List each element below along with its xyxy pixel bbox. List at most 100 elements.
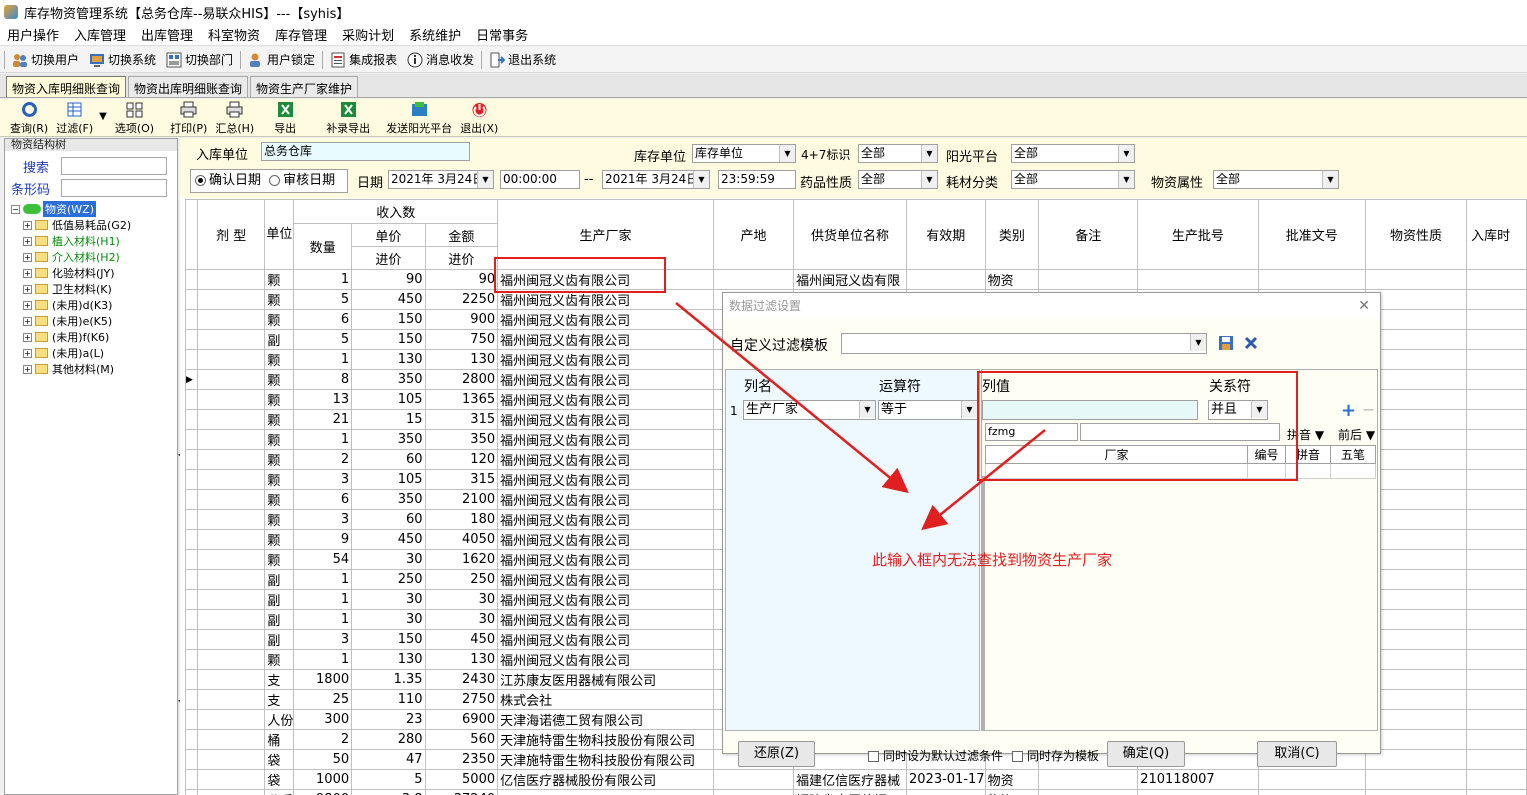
ok-button[interactable]: 确定(Q) [1107,741,1185,767]
expand-icon[interactable]: + [23,348,32,358]
tree-node[interactable]: + 其他材料(M) [11,361,131,377]
barcode-input[interactable] [61,179,167,197]
cancel-button[interactable]: 取消(C) [1257,741,1337,767]
template-select[interactable] [841,333,1207,354]
export-button[interactable]: 导出 [270,100,300,136]
tree-search-input[interactable] [61,157,167,175]
filter-button[interactable]: 过滤(F) [52,100,97,136]
menu-outstock[interactable]: 出库管理 [134,25,201,44]
tree-node[interactable]: − 物资(WZ) [11,201,131,217]
switch-dept-button[interactable]: 切换部门 [161,49,238,71]
menu-instock[interactable]: 入库管理 [67,25,134,44]
order-option[interactable]: 前后 ▼ [1338,426,1375,443]
send-sunlight-button[interactable]: 发送阳光平台 [382,100,456,136]
tag47-select[interactable]: 全部 [858,144,938,163]
tab-instock-detail[interactable]: 物资入库明细账查询 [6,76,127,97]
operator-select[interactable]: 等于 [878,400,978,420]
expand-icon[interactable]: + [23,268,32,278]
maker-list-col-wubi[interactable]: 五笔 [1330,445,1376,464]
collapse-icon[interactable]: − [11,204,20,214]
col-origin[interactable]: 产地 [712,199,795,270]
col-qty[interactable]: 数量 [293,223,353,270]
audit-date-radio[interactable] [269,175,281,186]
report-button[interactable]: 集成报表 [325,49,402,71]
col-name-select[interactable]: 生产厂家 [743,400,876,420]
expand-icon[interactable]: + [23,316,32,326]
tree-node[interactable]: + 植入材料(H1) [11,233,131,249]
expand-icon[interactable]: + [23,364,32,374]
restore-button[interactable]: 还原(Z) [738,741,815,767]
splitter[interactable] [982,476,985,730]
table-row[interactable]: 公斤98003.837240 福建省南平佳福工 物资 [185,789,1527,795]
expand-icon[interactable]: + [23,252,32,262]
menu-daily[interactable]: 日常事务 [469,25,536,44]
menu-user[interactable]: 用户操作 [0,25,67,44]
col-remark[interactable]: 备注 [1038,199,1139,270]
tree-node[interactable]: + 卫生材料(K) [11,281,131,297]
exit-system-button[interactable]: 退出系统 [484,49,561,71]
col-nature[interactable]: 物资性质 [1364,199,1468,270]
expand-icon[interactable]: + [23,300,32,310]
consumable-select[interactable]: 全部 [1011,170,1135,189]
menu-dept-material[interactable]: 科室物资 [201,25,268,44]
expand-icon[interactable]: + [23,220,32,230]
lock-user-button[interactable]: 用户锁定 [243,49,320,71]
sunlight-select[interactable]: 全部 [1011,144,1135,163]
save-icon[interactable] [1218,335,1234,351]
tree-node[interactable]: + (未用)f(K6) [11,329,131,345]
query-button[interactable]: 查询(R) [6,100,52,136]
tab-outstock-detail[interactable]: 物资出库明细账查询 [128,76,249,97]
time-to-input[interactable]: 23:59:59 [718,170,796,189]
add-condition-icon[interactable]: + [1341,400,1356,421]
expand-icon[interactable]: + [23,284,32,294]
supplement-export-button[interactable]: 补录导出 [322,100,374,136]
col-price[interactable]: 单价 [351,223,426,247]
print-button[interactable]: 打印(P) [166,100,211,136]
stock-unit-select[interactable]: 库存单位 [692,144,796,163]
switch-system-button[interactable]: 切换系统 [84,49,161,71]
drug-prop-select[interactable]: 全部 [858,170,938,189]
switch-user-button[interactable]: 切换用户 [7,49,84,71]
warehouse-input[interactable]: 总务仓库 [261,142,470,161]
table-row[interactable]: 袋 1000 5 5000 亿信医疗器械股份有限公司 福建亿信医疗器械 2023-01-17… [185,769,1527,790]
tree-node[interactable]: + (未用)d(K3) [11,297,131,313]
tree-node[interactable]: + (未用)a(L) [11,345,131,361]
date-from-picker[interactable]: 2021年 3月24日 [388,170,494,189]
time-from-input[interactable]: 00:00:00 [500,170,580,189]
menu-system[interactable]: 系统维护 [402,25,469,44]
col-unit[interactable]: 单位 [264,199,295,270]
tree-node[interactable]: + (未用)e(K5) [11,313,131,329]
filter-dropdown-button[interactable]: ▼ [97,100,111,136]
menu-inventory[interactable]: 库存管理 [268,25,335,44]
material-attr-select[interactable]: 全部 [1213,170,1339,189]
col-form[interactable]: 剂 型 [196,199,266,270]
default-filter-checkbox[interactable]: 同时设为默认过滤条件 [868,747,1003,764]
save-template-checkbox[interactable]: 同时存为模板 [1012,747,1099,764]
col-amount[interactable]: 金额 [424,223,499,247]
tree-node[interactable]: + 介入材料(H2) [11,249,131,265]
options-button[interactable]: 选项(O) [111,100,158,136]
summary-button[interactable]: 汇总(H) [211,100,258,136]
col-buy-price[interactable]: 进价 [351,246,426,270]
menu-purchase[interactable]: 采购计划 [335,25,402,44]
col-instock-time[interactable]: 入库时 [1466,199,1527,270]
table-row[interactable]: 颗 1 90 90 福州闽冠义齿有限公司 福州闽冠义齿有限 物资 [185,269,1527,290]
tree-node[interactable]: + 低值易耗品(G2) [11,217,131,233]
expand-icon[interactable]: + [23,332,32,342]
close-icon[interactable]: ✕ [1358,293,1370,319]
col-buy-amount[interactable]: 进价 [424,246,499,270]
confirm-date-radio[interactable] [195,175,206,186]
date-to-picker[interactable]: 2021年 3月24日 [602,170,710,189]
messages-button[interactable]: 消息收发 [402,49,479,71]
col-approval[interactable]: 批准文号 [1257,199,1366,270]
exit-button[interactable]: 退出(X) [456,100,502,136]
col-batch[interactable]: 生产批号 [1137,199,1259,270]
col-category[interactable]: 类别 [984,199,1040,270]
col-supplier[interactable]: 供货单位名称 [793,199,907,270]
expand-icon[interactable]: + [23,236,32,246]
remove-condition-icon[interactable]: − [1362,400,1375,419]
tree-node[interactable]: + 化验材料(JY) [11,265,131,281]
delete-icon[interactable] [1243,335,1259,351]
col-expiry[interactable]: 有效期 [906,199,986,270]
tab-maker-maintenance[interactable]: 物资生产厂家维护 [250,76,359,97]
